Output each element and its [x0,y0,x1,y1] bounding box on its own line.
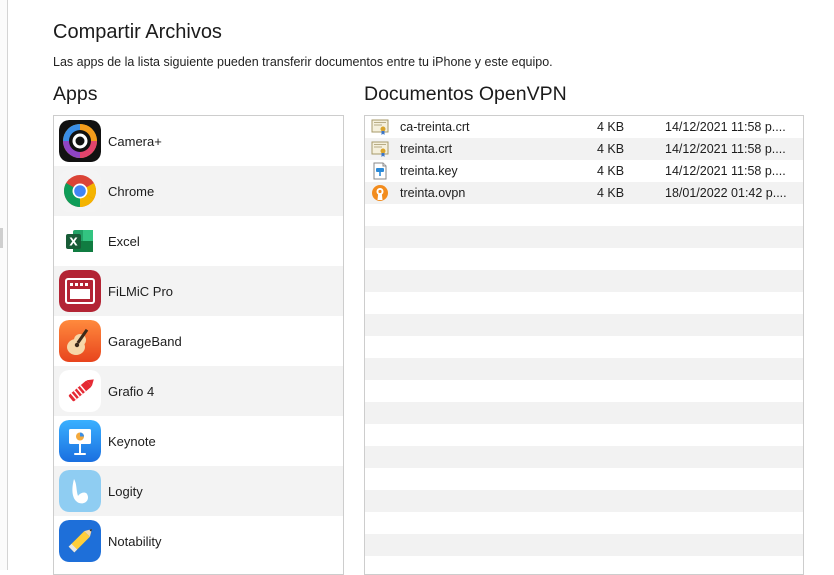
app-label: Logity [108,483,143,499]
chrome-icon [59,170,101,212]
window-left-edge [0,0,8,570]
app-label: Excel [108,233,140,249]
app-label: Chrome [108,183,155,199]
app-row-chrome[interactable]: Chrome [54,166,343,216]
document-name: ca-treinta.crt [400,120,470,134]
app-row-garageband[interactable]: GarageBand [54,316,343,366]
app-label: Keynote [108,433,156,449]
document-name: treinta.crt [400,142,453,156]
document-row[interactable]: ca-treinta.crt 4 KB 14/12/2021 11:58 p..… [365,116,803,138]
camera-plus-icon [59,120,101,162]
excel-icon: X [59,220,101,262]
app-row-logity[interactable]: Logity [54,466,343,516]
document-row[interactable]: treinta.ovpn 4 KB 18/01/2022 01:42 p.... [365,182,803,204]
grafio-icon [59,370,101,412]
document-size: 4 KB [597,120,625,134]
document-row[interactable]: treinta.crt 4 KB 14/12/2021 11:58 p.... [365,138,803,160]
app-label: FiLMiC Pro [108,283,174,299]
app-label: Grafio 4 [108,383,155,399]
logity-icon [59,470,101,512]
document-size: 4 KB [597,164,625,178]
app-row-keynote[interactable]: Keynote [54,416,343,466]
app-label: Camera+ [108,133,162,149]
app-row-filmic-pro[interactable]: FiLMiC Pro [54,266,343,316]
document-size: 4 KB [597,186,625,200]
filmic-pro-icon [59,270,101,312]
openvpn-icon [371,184,389,202]
certificate-icon [371,118,389,136]
key-file-icon [371,162,389,180]
app-row-camera-plus[interactable]: Camera+ [54,116,343,166]
garageband-icon [59,320,101,362]
document-name: treinta.ovpn [400,186,466,200]
keynote-icon [59,420,101,462]
document-size: 4 KB [597,142,625,156]
document-row[interactable]: treinta.key 4 KB 14/12/2021 11:58 p.... [365,160,803,182]
app-row-excel[interactable]: X Excel [54,216,343,266]
app-label: Notability [108,533,162,549]
apps-list[interactable]: Camera+ Chrome X Excel FiLMiC Pro Garage… [53,115,344,575]
document-date: 14/12/2021 11:58 p.... [665,142,786,156]
document-date: 14/12/2021 11:58 p.... [665,164,786,178]
document-date: 18/01/2022 01:42 p.... [665,186,787,200]
certificate-icon [371,140,389,158]
documents-heading: Documentos OpenVPN [364,83,567,105]
document-date: 14/12/2021 11:58 p.... [665,120,786,134]
app-label: GarageBand [108,333,182,349]
notability-icon [59,520,101,562]
app-row-notability[interactable]: Notability [54,516,343,566]
apps-heading: Apps [53,83,98,105]
app-row-grafio[interactable]: Grafio 4 [54,366,343,416]
page-title: Compartir Archivos [53,21,222,43]
svg-text:X: X [69,236,78,249]
page-subtitle: Las apps de la lista siguiente pueden tr… [53,55,553,69]
document-name: treinta.key [400,164,458,178]
documents-list[interactable]: ca-treinta.crt 4 KB 14/12/2021 11:58 p..… [364,115,804,575]
resize-handle[interactable] [0,228,3,248]
